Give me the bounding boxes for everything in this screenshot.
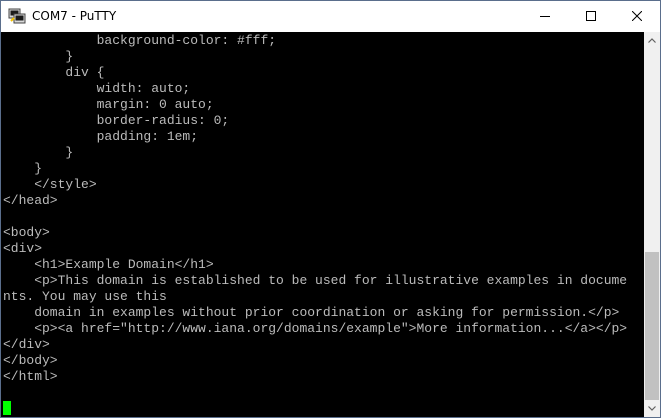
terminal-line: border-radius: 0; (3, 113, 230, 128)
scroll-up-button[interactable] (644, 32, 660, 49)
terminal-line: <p>This domain is established to be used… (3, 273, 628, 288)
scroll-thumb[interactable] (645, 252, 659, 400)
chevron-up-icon (648, 38, 656, 43)
terminal-line: width: auto; (3, 81, 191, 96)
maximize-icon (586, 11, 596, 21)
terminal-line: nts. You may use this (3, 289, 167, 304)
terminal-line: </style> (3, 177, 97, 192)
terminal-line: margin: 0 auto; (3, 97, 214, 112)
terminal-line: } (3, 49, 74, 64)
minimize-button[interactable] (522, 1, 568, 31)
putty-icon[interactable] (8, 8, 26, 24)
close-icon (632, 11, 642, 21)
terminal-line: } (3, 145, 74, 160)
scroll-down-button[interactable] (644, 400, 660, 417)
window-title: COM7 - PuTTY (32, 9, 117, 23)
terminal-line: } (3, 161, 43, 176)
vertical-scrollbar[interactable] (644, 32, 660, 417)
putty-window: COM7 - PuTTY background-color: #fff; } d… (0, 0, 661, 418)
terminal-line: padding: 1em; (3, 129, 199, 144)
terminal-line: background-color: #fff; (3, 33, 277, 48)
terminal-line: </html> (3, 369, 58, 384)
title-bar[interactable]: COM7 - PuTTY (1, 1, 660, 31)
terminal-area[interactable]: background-color: #fff; } div { width: a… (1, 32, 644, 417)
chevron-down-icon (648, 406, 656, 411)
close-button[interactable] (614, 1, 660, 31)
terminal-line: </body> (3, 353, 58, 368)
terminal-line: div { (3, 65, 105, 80)
terminal-line: <p><a href="http://www.iana.org/domains/… (3, 321, 628, 336)
terminal-line: <div> (3, 241, 43, 256)
terminal-line: domain in examples without prior coordin… (3, 305, 620, 320)
terminal-cursor (3, 401, 11, 415)
terminal-line: <body> (3, 225, 50, 240)
terminal-line: <h1>Example Domain</h1> (3, 257, 214, 272)
minimize-icon (540, 16, 550, 17)
terminal-line: </div> (3, 337, 50, 352)
terminal-line: </head> (3, 193, 58, 208)
maximize-button[interactable] (568, 1, 614, 31)
